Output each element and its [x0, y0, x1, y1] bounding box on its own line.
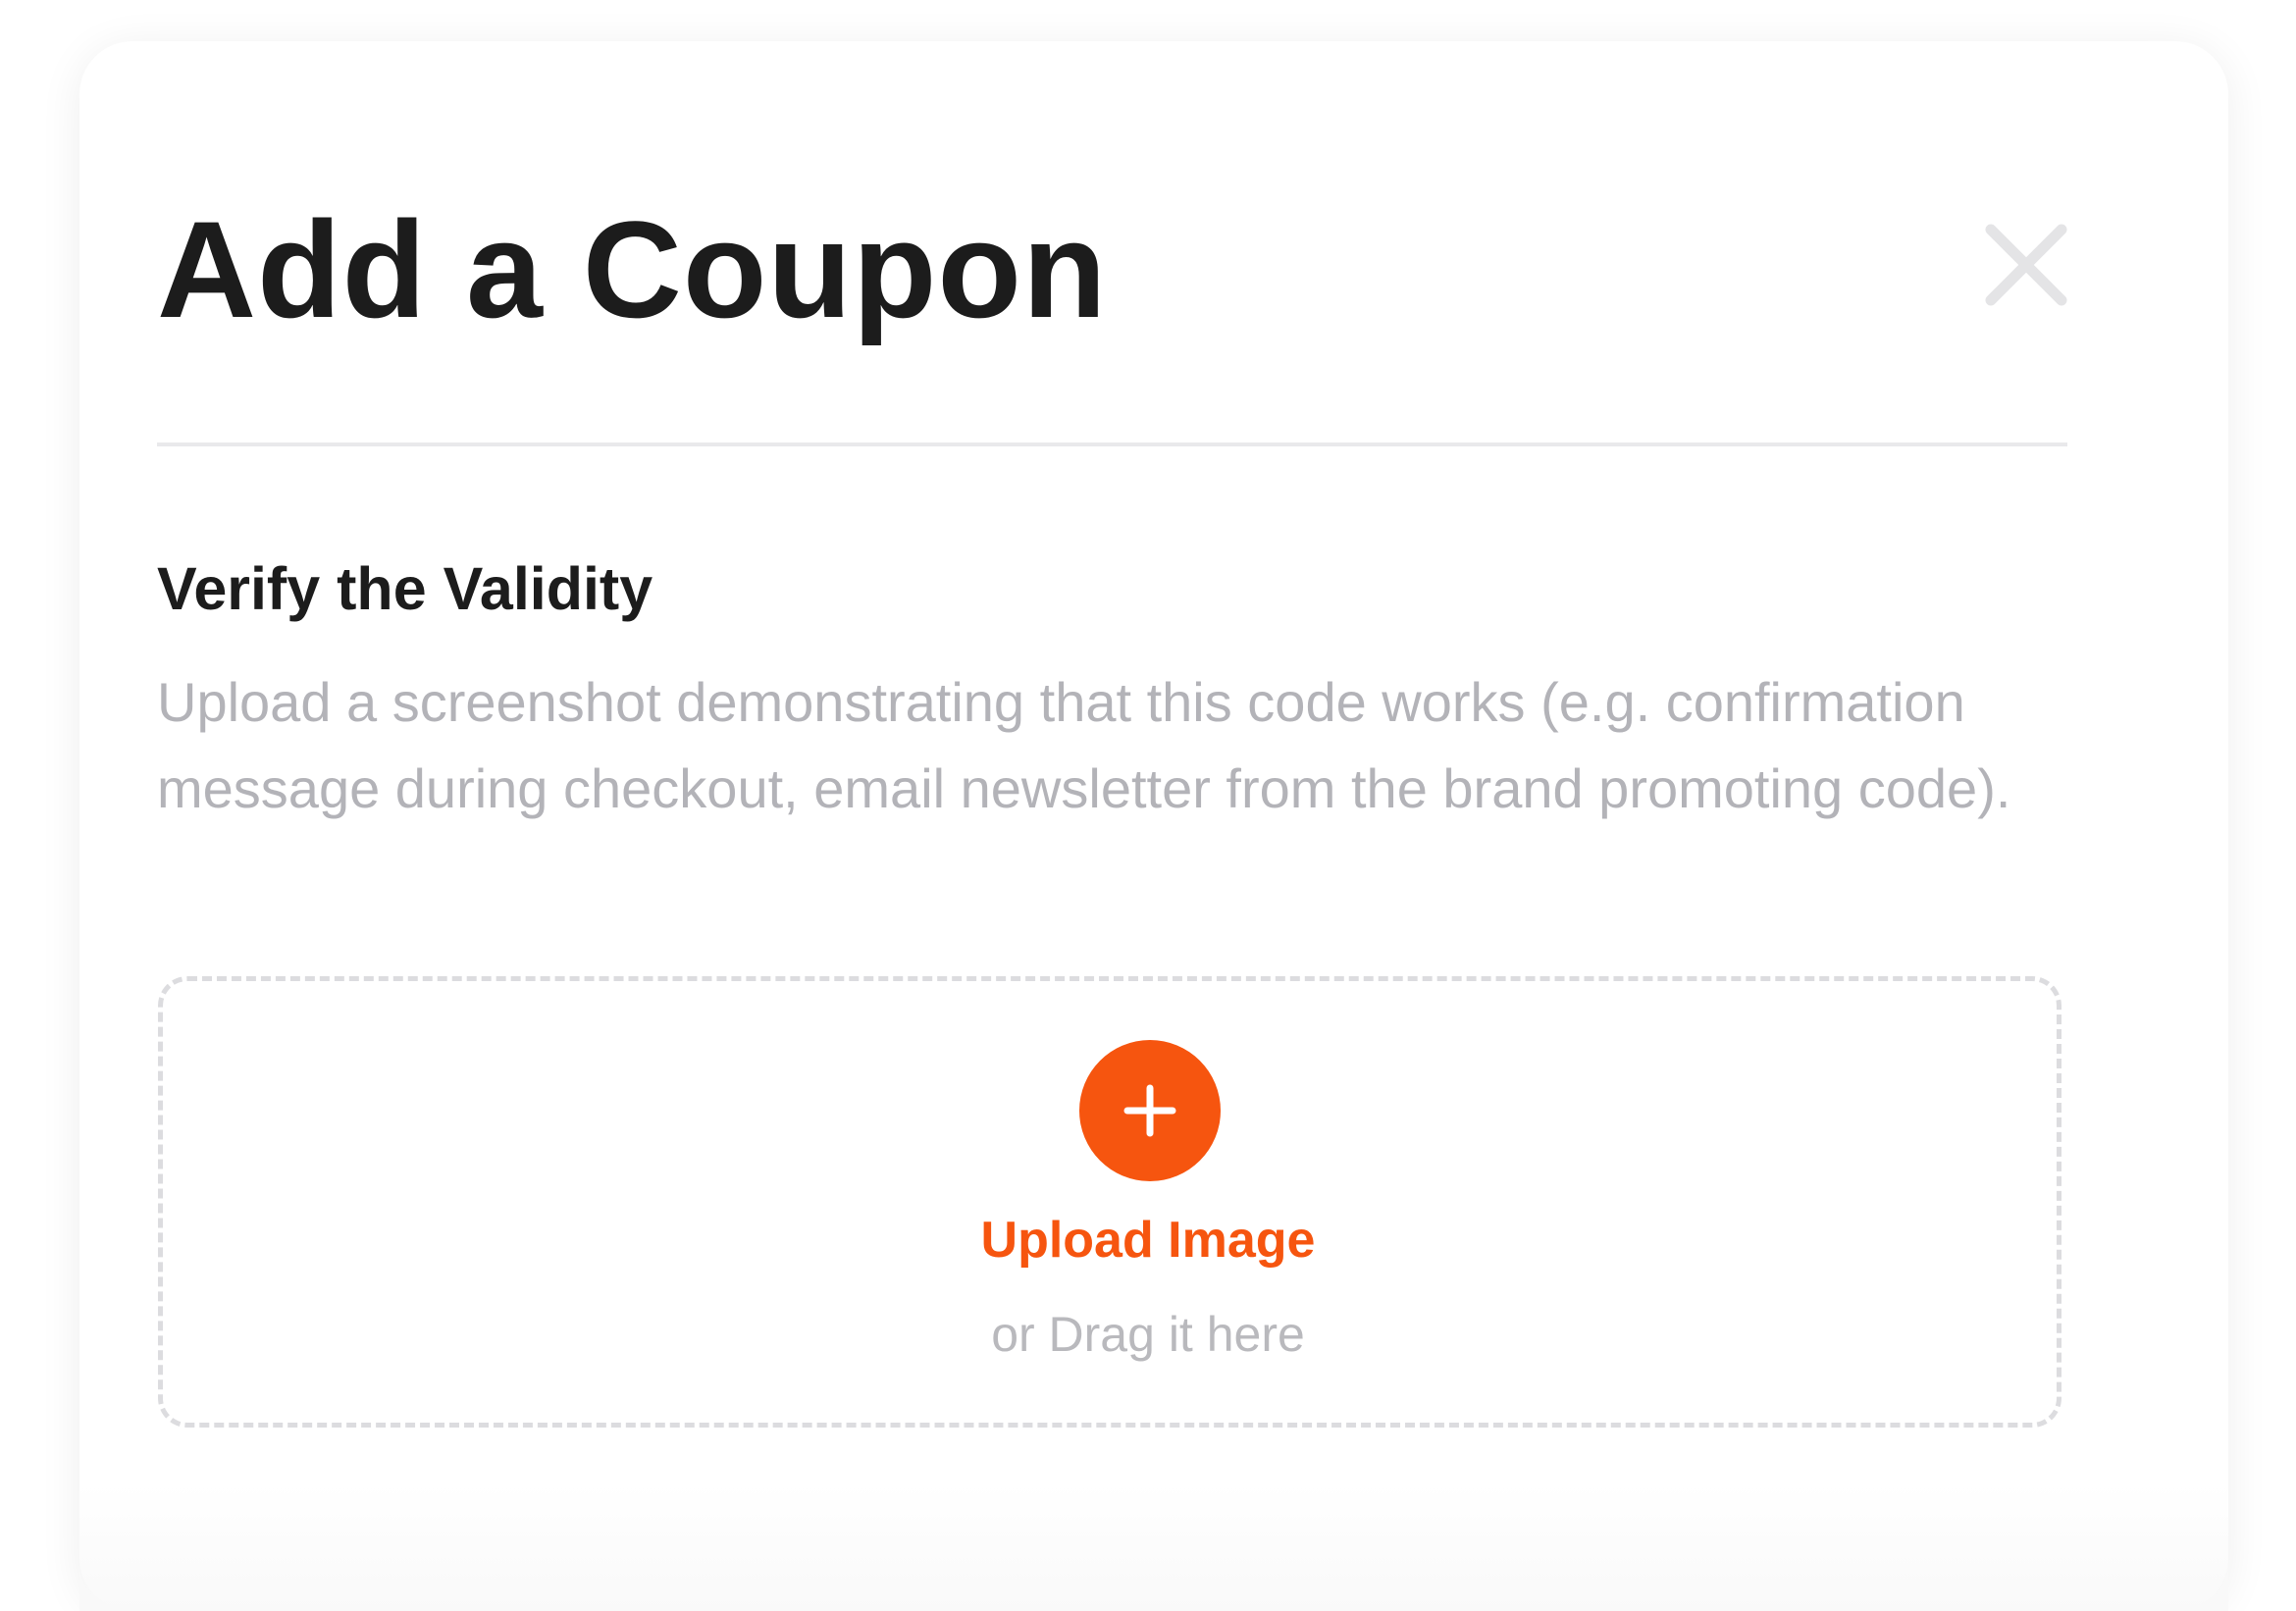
plus-icon: [1123, 1084, 1176, 1137]
drag-hint: or Drag it here: [991, 1307, 1305, 1362]
modal-footer-shade: [79, 1483, 2228, 1611]
upload-plus-button[interactable]: [1079, 1040, 1221, 1181]
title-divider: [157, 442, 2067, 446]
close-icon: [1985, 224, 2067, 306]
close-button[interactable]: [1971, 210, 2081, 320]
section-description: Upload a screenshot demonstrating that t…: [157, 671, 2011, 819]
modal-title: Add a Coupon: [157, 192, 1108, 346]
upload-image-link[interactable]: Upload Image: [0, 1209, 2296, 1272]
section-title: Verify the Validity: [157, 555, 653, 622]
